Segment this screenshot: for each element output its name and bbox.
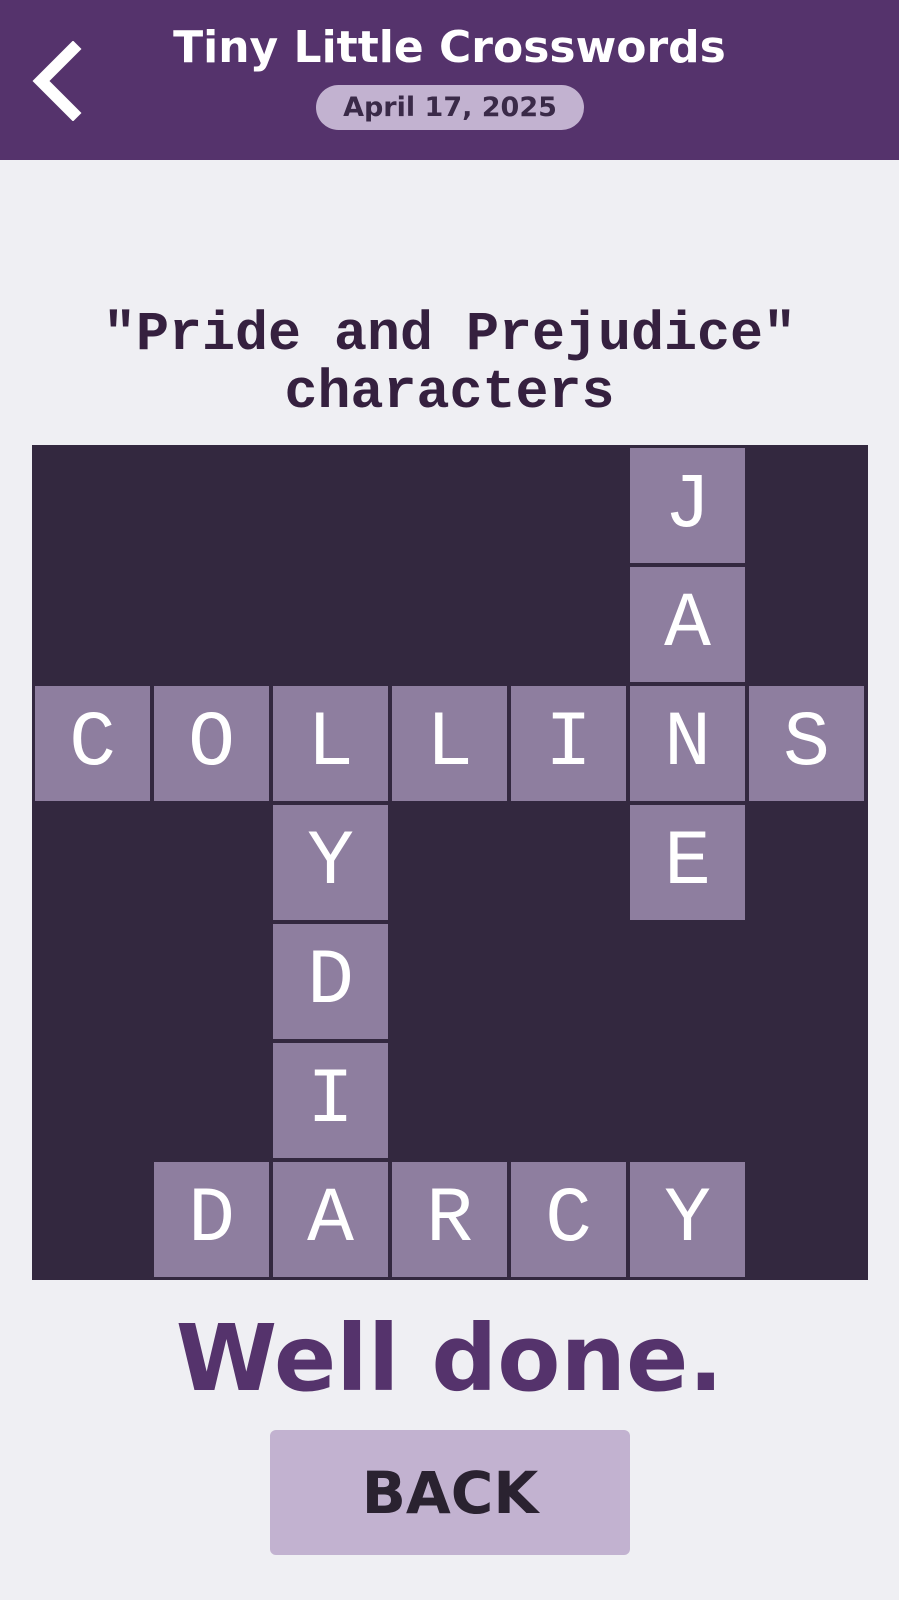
- crossword-cell[interactable]: Y: [630, 1162, 745, 1277]
- crossword-cell[interactable]: D: [154, 1162, 269, 1277]
- crossword-grid: JACOLLINSYEDIDARCY: [32, 445, 868, 1280]
- crossword-cell[interactable]: E: [630, 805, 745, 920]
- crossword-cell[interactable]: C: [35, 686, 150, 801]
- crossword-cell[interactable]: L: [392, 686, 507, 801]
- crossword-cell[interactable]: O: [154, 686, 269, 801]
- app-header: Tiny Little Crosswords April 17, 2025: [0, 0, 899, 160]
- crossword-cell[interactable]: D: [273, 924, 388, 1039]
- crossword-cell[interactable]: I: [511, 686, 626, 801]
- crossword-cell[interactable]: I: [273, 1043, 388, 1158]
- crossword-cell[interactable]: N: [630, 686, 745, 801]
- crossword-cell[interactable]: A: [273, 1162, 388, 1277]
- app-title: Tiny Little Crosswords: [173, 22, 726, 73]
- crossword-cell[interactable]: R: [392, 1162, 507, 1277]
- crossword-cell[interactable]: A: [630, 567, 745, 682]
- crossword-cell[interactable]: S: [749, 686, 864, 801]
- crossword-cell[interactable]: C: [511, 1162, 626, 1277]
- puzzle-title: "Pride and Prejudice" characters: [102, 303, 797, 424]
- back-button[interactable]: BACK: [270, 1430, 630, 1555]
- crossword-cell[interactable]: L: [273, 686, 388, 801]
- crossword-cell[interactable]: Y: [273, 805, 388, 920]
- date-badge: April 17, 2025: [316, 85, 584, 130]
- crossword-cell[interactable]: J: [630, 448, 745, 563]
- completion-message: Well done.: [175, 1305, 724, 1412]
